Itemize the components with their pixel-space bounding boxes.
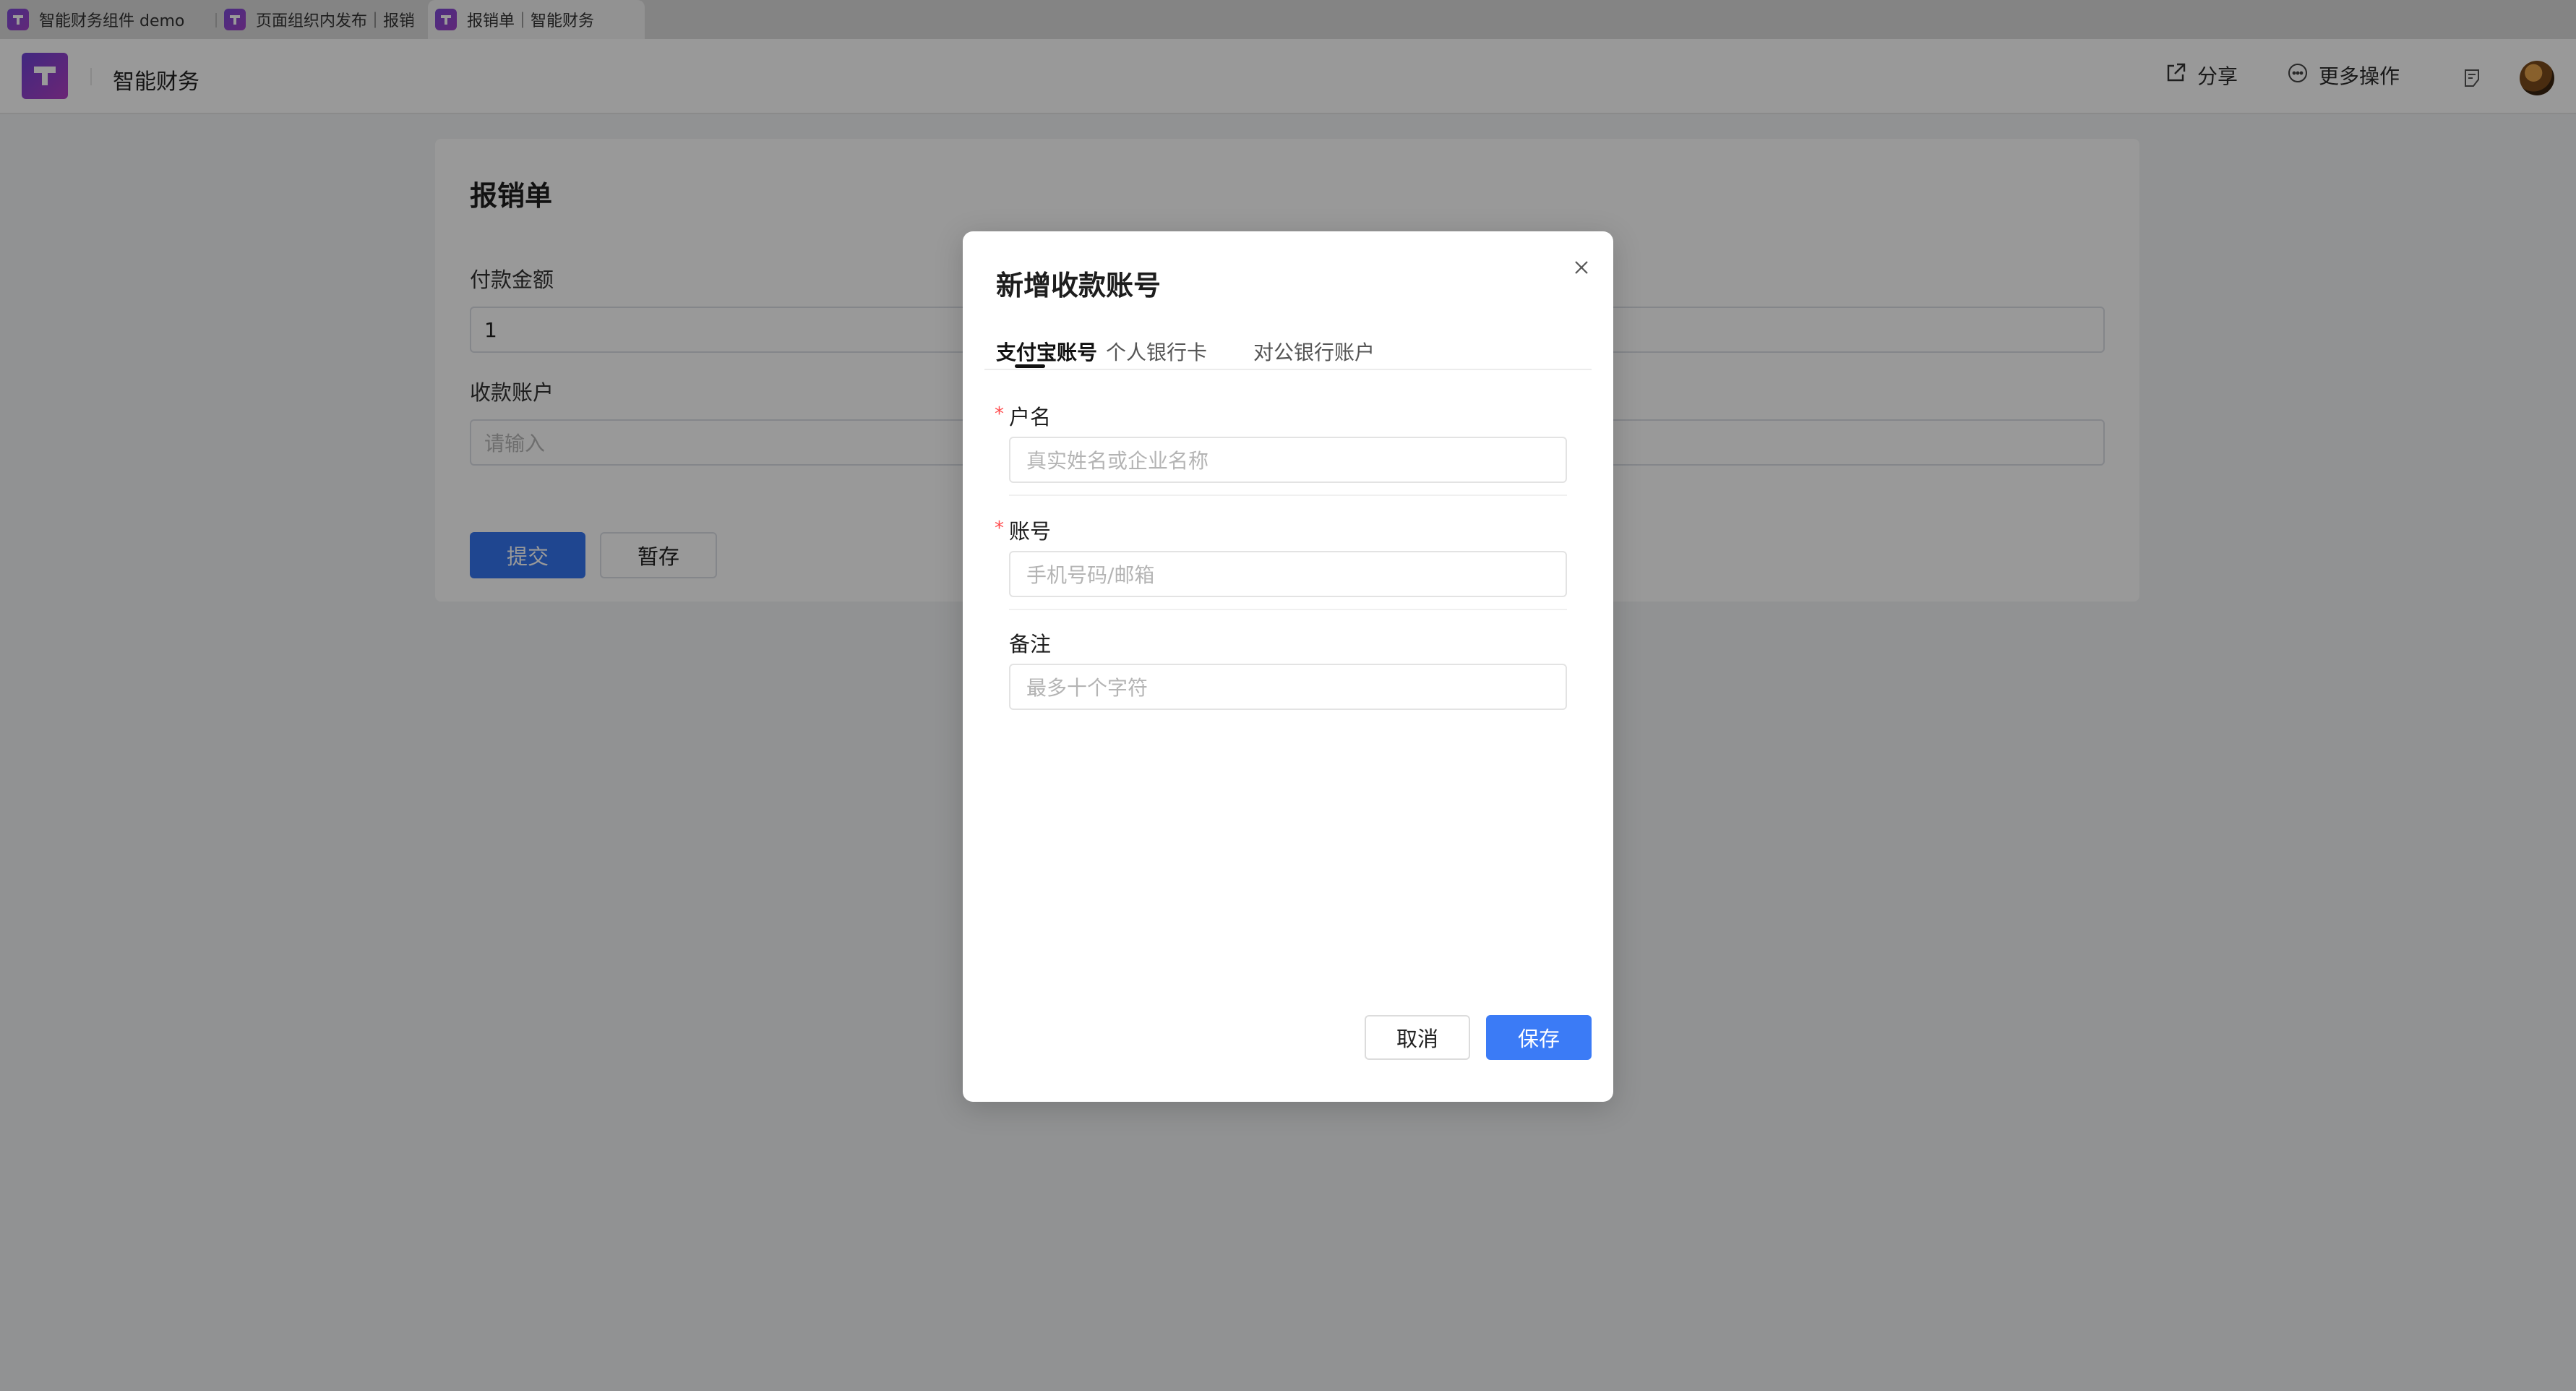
field-divider (1009, 609, 1567, 610)
close-icon[interactable] (1567, 253, 1596, 282)
tab-alipay[interactable]: 支付宝账号 (996, 337, 1097, 366)
account-type-tabs: 支付宝账号 个人银行卡 对公银行账户 (984, 337, 1592, 370)
app-window: 智能财务组件 demo 页面组织内发布｜报销 报销单｜智能财务 智能财务 分享 … (0, 0, 2576, 1391)
name-placeholder: 真实姓名或企业名称 (1026, 449, 1209, 473)
remark-label: 备注 (1009, 632, 1052, 656)
name-label: 户名 (1009, 405, 1052, 429)
required-mark: * (995, 518, 1004, 539)
account-number-placeholder: 手机号码/邮箱 (1026, 563, 1155, 587)
cancel-button[interactable]: 取消 (1365, 1015, 1470, 1060)
remark-placeholder: 最多十个字符 (1026, 676, 1149, 700)
remark-input[interactable]: 最多十个字符 (1009, 664, 1567, 710)
account-number-input[interactable]: 手机号码/邮箱 (1009, 551, 1567, 597)
add-account-modal: 新增收款账号 支付宝账号 个人银行卡 对公银行账户 * 户名 真实姓名或企业名称… (963, 231, 1613, 1102)
tab-personal-bank-card[interactable]: 个人银行卡 (1106, 337, 1207, 366)
save-button[interactable]: 保存 (1486, 1015, 1592, 1060)
field-divider (1009, 495, 1567, 496)
active-tab-indicator (1015, 364, 1045, 368)
modal-title: 新增收款账号 (996, 270, 1162, 301)
required-mark: * (995, 403, 1004, 425)
tab-corporate-bank-account[interactable]: 对公银行账户 (1253, 337, 1375, 366)
name-input[interactable]: 真实姓名或企业名称 (1009, 437, 1567, 483)
account-number-label: 账号 (1009, 519, 1052, 544)
